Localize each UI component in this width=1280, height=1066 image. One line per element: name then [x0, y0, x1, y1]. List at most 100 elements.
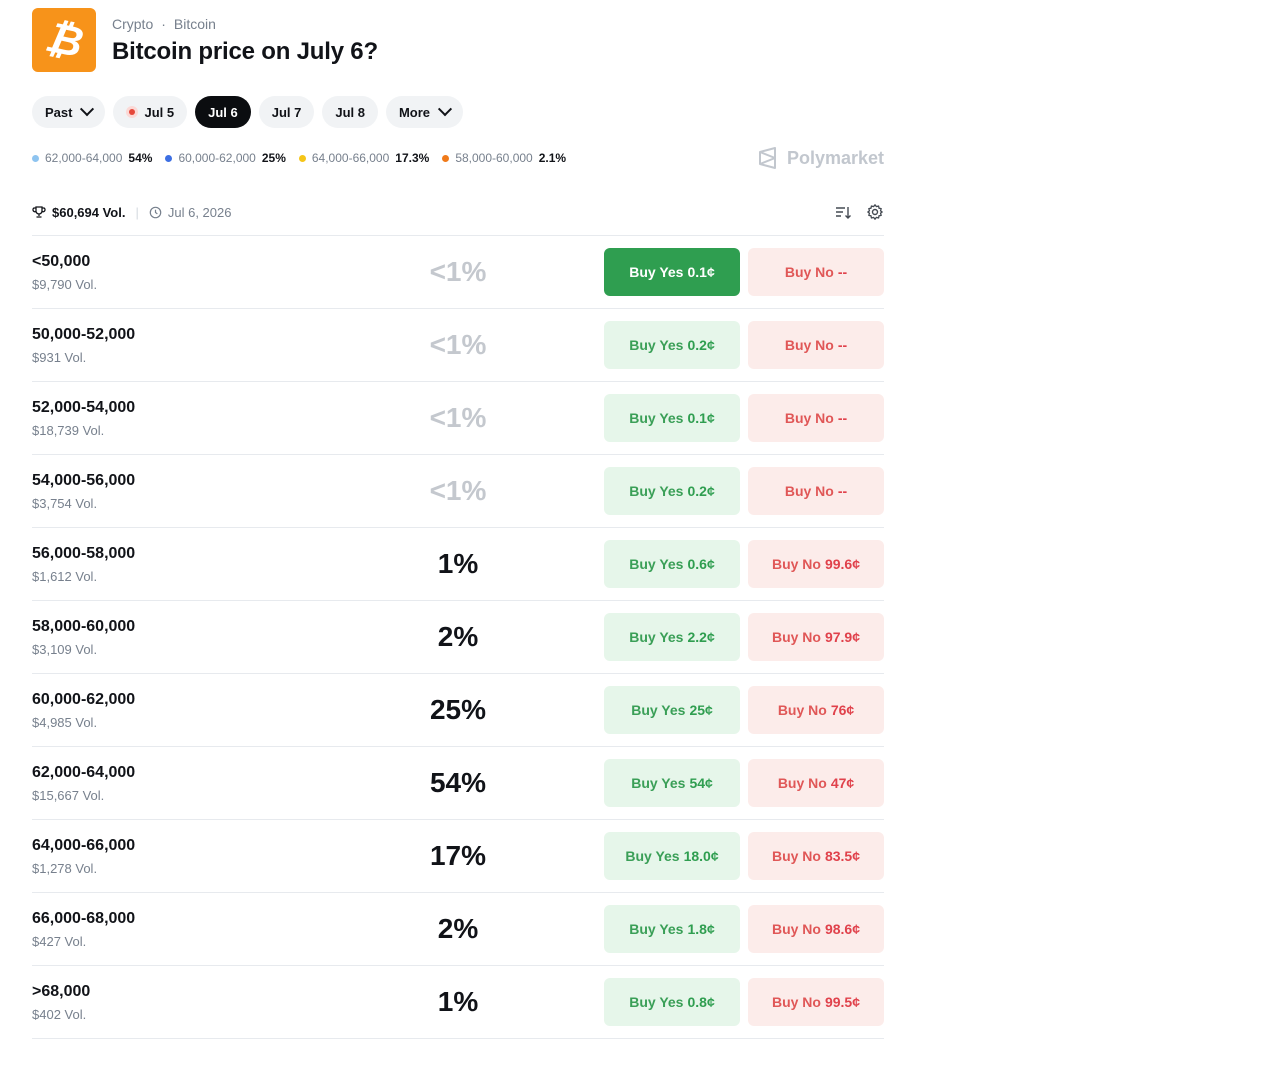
tab-jul-5[interactable]: Jul 5: [113, 96, 188, 128]
buy-yes-button[interactable]: Buy Yes 54¢: [604, 759, 740, 807]
legend-label: 60,000-62,000: [178, 151, 256, 165]
market-name: 58,000-60,000: [32, 617, 136, 635]
legend-label: 58,000-60,000: [455, 151, 533, 165]
buy-no-button[interactable]: Buy No 99.6¢: [748, 540, 884, 588]
no-price: --: [837, 264, 848, 280]
market-row[interactable]: >68,000 $402 Vol. 1% Buy Yes 0.8¢ Buy No 99.5¢: [32, 966, 884, 1039]
market-chance: <1%: [429, 402, 487, 433]
buy-yes-button[interactable]: Buy Yes 0.2¢: [604, 467, 740, 515]
buy-no-label: Buy No: [784, 483, 834, 499]
clock-icon: [149, 206, 162, 218]
market-row[interactable]: 58,000-60,000 $3,109 Vol. 2% Buy Yes 2.2¢ Buy…: [32, 601, 884, 674]
market-volume: $15,667 Vol.: [32, 787, 105, 803]
market-chance: 2%: [437, 913, 479, 944]
polymarket-logo[interactable]: Polymarket: [757, 147, 884, 169]
buy-yes-label: Buy Yes: [631, 702, 686, 718]
buy-no-button[interactable]: Buy No 98.6¢: [748, 905, 884, 953]
buy-no-button[interactable]: Buy No 99.5¢: [748, 978, 884, 1026]
market-volume: $1,278 Vol.: [32, 860, 98, 876]
bitcoin-logo-icon: ₿: [32, 8, 96, 72]
breadcrumb: Crypto · Bitcoin: [112, 16, 378, 32]
buy-yes-button[interactable]: Buy Yes 0.2¢: [604, 321, 740, 369]
market-volume: $402 Vol.: [32, 1006, 87, 1022]
breadcrumb-crypto[interactable]: Crypto: [112, 16, 153, 32]
buy-yes-button[interactable]: Buy Yes 1.8¢: [604, 905, 740, 953]
tab-jul-6[interactable]: Jul 6: [195, 96, 251, 128]
no-price: --: [837, 337, 848, 353]
polymarket-icon: [758, 147, 776, 169]
tab-past[interactable]: Past: [32, 96, 106, 128]
market-volume: $18,739 Vol.: [32, 422, 105, 438]
sort-icon[interactable]: [834, 203, 852, 221]
market-info: 58,000-60,000 $3,109 Vol.: [32, 618, 392, 657]
buy-yes-button[interactable]: Buy Yes 0.8¢: [604, 978, 740, 1026]
no-price: 76¢: [830, 702, 855, 718]
yes-price: 54¢: [689, 775, 713, 791]
market-panel: ₿ Crypto · Bitcoin Bitcoin price on July…: [32, 8, 884, 1039]
market-info: 62,000-64,000 $15,667 Vol.: [32, 764, 392, 803]
legend-item: 58,000-60,000 2.1%: [442, 151, 566, 165]
buy-no-button[interactable]: Buy No --: [748, 248, 884, 296]
buy-yes-button[interactable]: Buy Yes 0.1¢: [604, 248, 740, 296]
market-name: 52,000-54,000: [32, 398, 136, 416]
market-chance: <1%: [429, 256, 487, 287]
buy-no-button[interactable]: Buy No 76¢: [748, 686, 884, 734]
chevron-down-icon: [437, 102, 453, 117]
buy-no-button[interactable]: Buy No --: [748, 467, 884, 515]
buy-no-label: Buy No: [771, 848, 821, 864]
market-name: 60,000-62,000: [32, 690, 136, 708]
yes-price: 1.8¢: [687, 921, 715, 937]
buy-yes-button[interactable]: Buy Yes 0.1¢: [604, 394, 740, 442]
market-row[interactable]: 50,000-52,000 $931 Vol. <1% Buy Yes 0.2¢ Buy …: [32, 309, 884, 382]
buy-yes-button[interactable]: Buy Yes 25¢: [604, 686, 740, 734]
outcome-list: <50,000 $9,790 Vol. <1% Buy Yes 0.1¢ Buy No --…: [32, 235, 884, 1039]
no-price: 47¢: [830, 775, 855, 791]
legend-label: 62,000-64,000: [45, 151, 123, 165]
market-info: 54,000-56,000 $3,754 Vol.: [32, 472, 392, 511]
buy-yes-button[interactable]: Buy Yes 18.0¢: [604, 832, 740, 880]
breadcrumb-bitcoin[interactable]: Bitcoin: [174, 16, 216, 32]
buy-no-button[interactable]: Buy No --: [748, 321, 884, 369]
buy-yes-label: Buy Yes: [629, 921, 684, 937]
buy-yes-label: Buy Yes: [629, 556, 684, 572]
market-chance: 1%: [437, 548, 479, 579]
buy-no-label: Buy No: [777, 702, 827, 718]
yes-price: 0.6¢: [687, 556, 715, 572]
legend-percent: 17.3%: [395, 151, 430, 165]
total-volume: $60,694 Vol.: [52, 204, 126, 220]
market-name: 54,000-56,000: [32, 471, 136, 489]
market-name: 66,000-68,000: [32, 909, 136, 927]
yes-price: 0.2¢: [687, 337, 715, 353]
tab-jul-8[interactable]: Jul 8: [322, 96, 378, 128]
buy-no-button[interactable]: Buy No --: [748, 394, 884, 442]
market-row[interactable]: 66,000-68,000 $427 Vol. 2% Buy Yes 1.8¢ Buy N…: [32, 893, 884, 966]
tab-more[interactable]: More: [385, 96, 464, 128]
buy-no-label: Buy No: [784, 337, 834, 353]
legend-item: 64,000-66,000 17.3%: [298, 151, 430, 165]
buy-yes-label: Buy Yes: [629, 994, 684, 1010]
buy-no-button[interactable]: Buy No 97.9¢: [748, 613, 884, 661]
market-row[interactable]: 64,000-66,000 $1,278 Vol. 17% Buy Yes 18.0¢ B…: [32, 820, 884, 893]
buy-yes-button[interactable]: Buy Yes 2.2¢: [604, 613, 740, 661]
tab-label: More: [398, 104, 431, 120]
market-row[interactable]: 52,000-54,000 $18,739 Vol. <1% Buy Yes 0.1¢ B…: [32, 382, 884, 455]
market-header: ₿ Crypto · Bitcoin Bitcoin price on July…: [32, 8, 884, 72]
gear-icon[interactable]: [866, 203, 884, 221]
market-row[interactable]: <50,000 $9,790 Vol. <1% Buy Yes 0.1¢ Buy No --: [32, 236, 884, 309]
market-info: 64,000-66,000 $1,278 Vol.: [32, 837, 392, 876]
market-volume: $427 Vol.: [32, 933, 87, 949]
market-chance: <1%: [429, 329, 487, 360]
market-info: 52,000-54,000 $18,739 Vol.: [32, 399, 392, 438]
buy-yes-button[interactable]: Buy Yes 0.6¢: [604, 540, 740, 588]
outcome-legend: 62,000-64,000 54% 60,000-62,000 25% 64,000-6…: [32, 147, 884, 169]
market-volume: $3,754 Vol.: [32, 495, 98, 511]
tab-jul-7[interactable]: Jul 7: [258, 96, 315, 128]
buy-no-label: Buy No: [784, 410, 834, 426]
market-row[interactable]: 54,000-56,000 $3,754 Vol. <1% Buy Yes 0.2¢ Bu…: [32, 455, 884, 528]
market-row[interactable]: 60,000-62,000 $4,985 Vol. 25% Buy Yes 25¢ Buy…: [32, 674, 884, 747]
market-row[interactable]: 62,000-64,000 $15,667 Vol. 54% Buy Yes 54¢ Bu…: [32, 747, 884, 820]
buy-no-label: Buy No: [784, 264, 834, 280]
market-row[interactable]: 56,000-58,000 $1,612 Vol. 1% Buy Yes 0.6¢ Buy…: [32, 528, 884, 601]
buy-no-button[interactable]: Buy No 47¢: [748, 759, 884, 807]
buy-no-button[interactable]: Buy No 83.5¢: [748, 832, 884, 880]
